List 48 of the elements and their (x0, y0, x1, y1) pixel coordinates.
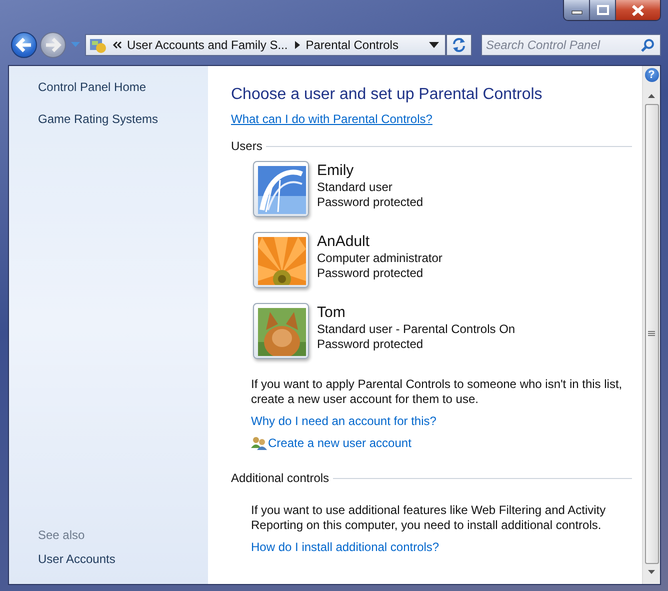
refresh-icon (451, 37, 467, 53)
dropdown-icon[interactable] (429, 42, 439, 48)
breadcrumb-item[interactable]: User Accounts and Family S... (127, 38, 288, 52)
breadcrumb-item[interactable]: Parental Controls (306, 38, 398, 52)
sidebar-link[interactable]: User Accounts (38, 552, 116, 566)
address-bar[interactable]: User Accounts and Family S... Parental Controls (85, 34, 446, 56)
search-field[interactable]: Search Control Panel (481, 34, 661, 56)
user-role: Computer administrator (317, 251, 442, 266)
users-icon (251, 435, 267, 451)
user-picture-frame[interactable] (253, 303, 309, 359)
scroll-down-icon[interactable] (648, 570, 655, 574)
section-title: Users (231, 139, 262, 153)
section-title: Additional controls (231, 471, 330, 485)
control-panel-icon (89, 36, 107, 54)
info-text: If you want to apply Parental Controls to someone who isn't in this list, create a new user account for them to use. (251, 377, 624, 407)
user-name[interactable]: Emily (317, 161, 354, 180)
user-status: Password protected (317, 266, 424, 281)
maximize-icon (596, 5, 608, 15)
info-text: If you want to use additional features like Web Filtering and Activity Reporting on this computer, you need to install additional controls. (251, 503, 607, 533)
user-role: Standard user - Parental Controls On (317, 322, 516, 337)
double-chevron-icon (112, 40, 122, 50)
forward-button[interactable] (40, 32, 66, 58)
see-also-label: See also (38, 528, 86, 542)
page-heading: Choose a user and set up Parental Controls (231, 86, 542, 104)
refresh-button[interactable] (446, 34, 472, 56)
close-icon (631, 4, 645, 16)
minimize-button[interactable] (564, 0, 590, 20)
maximize-button[interactable] (590, 0, 616, 20)
sidebar-link[interactable]: Control Panel Home (38, 80, 146, 94)
help-link[interactable]: Why do I need an account for this? (251, 414, 436, 428)
sidebar-link[interactable]: Game Rating Systems (38, 112, 158, 126)
grip-icon (648, 331, 655, 337)
back-button[interactable] (11, 32, 37, 58)
scroll-up-icon[interactable] (648, 94, 655, 98)
user-name[interactable]: Tom (317, 303, 346, 322)
chevron-right-icon (292, 40, 301, 50)
user-status: Password protected (317, 195, 424, 210)
search-icon (641, 38, 655, 52)
help-link[interactable]: How do I install additional controls? (251, 540, 440, 554)
create-account-link[interactable]: Create a new user account (251, 435, 412, 451)
scrollbar-thumb[interactable] (644, 104, 658, 564)
user-picture-frame[interactable] (253, 161, 309, 217)
user-role: Standard user (317, 180, 392, 195)
user-picture-frame[interactable] (253, 232, 309, 288)
user-status: Password protected (317, 337, 424, 352)
user-name[interactable]: AnAdult (317, 232, 370, 251)
close-button[interactable] (616, 0, 660, 20)
help-link[interactable]: What can I do with Parental Controls? (231, 112, 432, 126)
